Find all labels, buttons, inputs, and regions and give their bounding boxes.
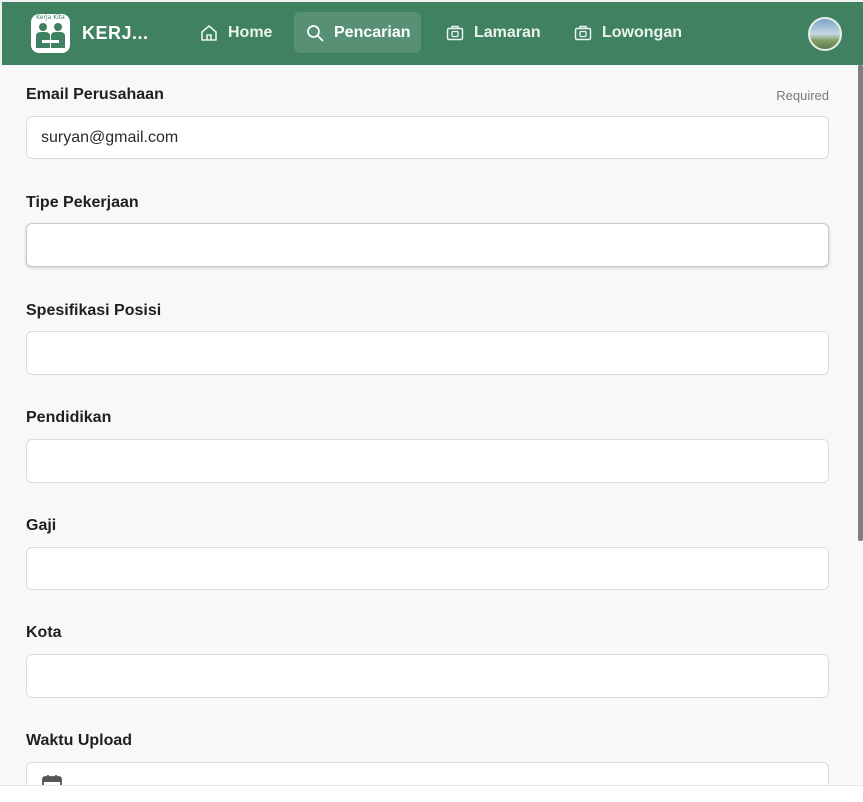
- gaji-input[interactable]: [26, 547, 829, 590]
- kota-field-group: Kota: [26, 604, 829, 699]
- nav-lowongan[interactable]: Lowongan: [562, 12, 693, 53]
- email-field-group: Email Perusahaan Required suryan@gmail.c…: [26, 65, 829, 160]
- pendidikan-label: Pendidikan: [26, 409, 112, 426]
- waktu-field-group: Waktu Upload: [26, 711, 829, 802]
- required-hint: Required: [776, 88, 829, 103]
- briefcase-icon: [574, 25, 592, 40]
- tipe-field-group: Tipe Pekerjaan: [26, 173, 829, 268]
- page-scrollbar[interactable]: [858, 65, 863, 541]
- gaji-field-group: Gaji: [26, 496, 829, 591]
- gaji-label: Gaji: [26, 517, 57, 534]
- waktu-label: Waktu Upload: [26, 732, 133, 749]
- nav-home-label: Home: [228, 23, 273, 41]
- kota-input[interactable]: [26, 654, 829, 698]
- top-navbar: Kerja Kita KERJ... Home Pencarian Lamara…: [0, 0, 863, 65]
- tipe-pekerjaan-input[interactable]: [26, 223, 829, 267]
- page: Kerja Kita KERJ... Home Pencarian Lamara…: [0, 0, 863, 802]
- bottom-edge: [0, 785, 863, 802]
- spesifikasi-posisi-input[interactable]: [26, 331, 829, 375]
- pendidikan-field-group: Pendidikan: [26, 388, 829, 483]
- app-logo[interactable]: Kerja Kita: [31, 14, 70, 53]
- spesifikasi-label: Spesifikasi Posisi: [26, 302, 162, 319]
- nav-lowongan-label: Lowongan: [602, 23, 682, 41]
- nav-pencarian[interactable]: Pencarian: [294, 12, 422, 53]
- briefcase-icon: [446, 25, 464, 40]
- nav-pencarian-label: Pencarian: [334, 23, 411, 41]
- logo-caption: Kerja Kita: [36, 14, 65, 21]
- search-icon: [307, 24, 324, 41]
- tipe-label: Tipe Pekerjaan: [26, 194, 139, 211]
- user-avatar[interactable]: [808, 17, 842, 51]
- pendidikan-input[interactable]: [26, 439, 829, 483]
- nav-home[interactable]: Home: [188, 12, 283, 53]
- nav-lamaran-label: Lamaran: [474, 23, 541, 41]
- brand-name[interactable]: KERJ...: [82, 23, 149, 44]
- nav-lamaran[interactable]: Lamaran: [434, 12, 552, 53]
- spesifikasi-field-group: Spesifikasi Posisi: [26, 281, 829, 376]
- home-icon: [201, 24, 217, 41]
- email-field[interactable]: suryan@gmail.com: [26, 116, 829, 159]
- email-label: Email Perusahaan: [26, 86, 164, 103]
- kota-label: Kota: [26, 624, 62, 641]
